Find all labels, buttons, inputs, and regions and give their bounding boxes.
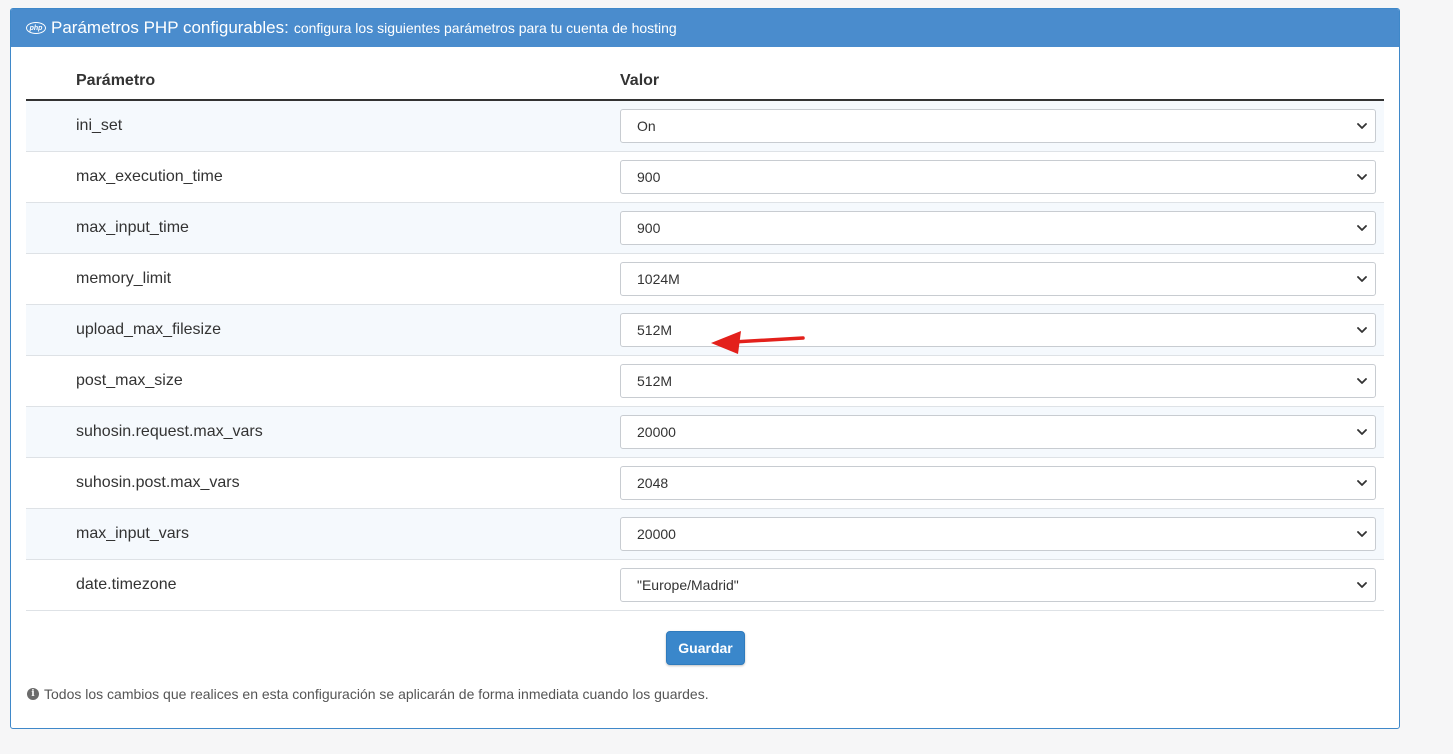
parameter-value-cell: 1024M — [620, 253, 1384, 305]
parameter-name: ini_set — [26, 100, 620, 152]
parameter-name: max_input_time — [26, 202, 620, 254]
parameter-name: upload_max_filesize — [26, 304, 620, 356]
parameter-value-select[interactable]: 900 — [620, 159, 1376, 194]
chevron-down-icon — [1357, 224, 1367, 231]
panel-subtitle: configura los siguientes parámetros para… — [293, 20, 677, 36]
table-row: date.timezone "Europe/Madrid" — [26, 559, 1384, 611]
parameter-name: post_max_size — [26, 355, 620, 407]
table-row: suhosin.post.max_vars 2048 — [26, 457, 1384, 509]
chevron-down-icon — [1357, 530, 1367, 537]
parameter-value-select[interactable]: 900 — [620, 210, 1376, 245]
parameter-value-select[interactable]: 2048 — [620, 465, 1376, 500]
parameter-value-select[interactable]: 1024M — [620, 261, 1376, 296]
selected-value: 512M — [637, 372, 673, 389]
chevron-down-icon — [1357, 173, 1367, 180]
chevron-down-icon — [1357, 479, 1367, 486]
table-row: max_input_vars 20000 — [26, 508, 1384, 560]
php-icon: php — [26, 22, 46, 34]
chevron-down-icon — [1357, 581, 1367, 588]
table-row: upload_max_filesize 512M — [26, 304, 1384, 356]
column-header-parameter: Parámetro — [26, 63, 620, 101]
parameter-name: max_execution_time — [26, 151, 620, 203]
table-row: ini_set On — [26, 100, 1384, 152]
parameter-value-select[interactable]: 20000 — [620, 414, 1376, 449]
parameter-name: suhosin.post.max_vars — [26, 457, 620, 509]
parameters-table: Parámetro Valor ini_set On max_execution_t… — [26, 63, 1384, 611]
chevron-down-icon — [1357, 122, 1367, 129]
chevron-down-icon — [1357, 275, 1367, 282]
chevron-down-icon — [1357, 377, 1367, 384]
selected-value: 900 — [637, 219, 661, 236]
selected-value: 1024M — [637, 270, 680, 287]
column-header-value: Valor — [620, 63, 1384, 101]
selected-value: 2048 — [637, 474, 669, 491]
parameter-value-cell: 2048 — [620, 457, 1384, 509]
table-header-row: Parámetro Valor — [26, 63, 1384, 101]
table-row: post_max_size 512M — [26, 355, 1384, 407]
parameter-value-select[interactable]: On — [620, 108, 1376, 143]
parameter-name: date.timezone — [26, 559, 620, 611]
php-settings-panel: php Parámetros PHP configurables: config… — [10, 8, 1400, 729]
selected-value: 20000 — [637, 423, 676, 440]
selected-value: 512M — [637, 321, 673, 338]
parameter-value-select[interactable]: "Europe/Madrid" — [620, 567, 1376, 602]
parameter-value-select[interactable]: 512M — [620, 363, 1376, 398]
parameter-value-cell: 20000 — [620, 508, 1384, 560]
parameter-value-cell: On — [620, 100, 1384, 152]
table-row: memory_limit 1024M — [26, 253, 1384, 305]
save-button[interactable]: Guardar — [666, 631, 745, 665]
table-row: max_input_time 900 — [26, 202, 1384, 254]
selected-value: 900 — [637, 168, 661, 185]
parameter-name: suhosin.request.max_vars — [26, 406, 620, 458]
parameter-name: memory_limit — [26, 253, 620, 305]
selected-value: "Europe/Madrid" — [637, 576, 739, 593]
chevron-down-icon — [1357, 428, 1367, 435]
info-icon: i — [27, 688, 39, 700]
parameter-value-cell: 512M — [620, 355, 1384, 407]
chevron-down-icon — [1357, 326, 1367, 333]
table-row: max_execution_time 900 — [26, 151, 1384, 203]
selected-value: On — [637, 117, 656, 134]
annotation-arrow — [711, 331, 805, 354]
parameter-name: max_input_vars — [26, 508, 620, 560]
parameter-value-cell: 900 — [620, 202, 1384, 254]
panel-title: Parámetros PHP configurables: — [51, 18, 289, 37]
parameter-value-cell: 20000 — [620, 406, 1384, 458]
panel-header: php Parámetros PHP configurables: config… — [11, 9, 1399, 47]
parameter-value-cell: 900 — [620, 151, 1384, 203]
parameter-value-select[interactable]: 20000 — [620, 516, 1376, 551]
selected-value: 20000 — [637, 525, 676, 542]
footer-note: i Todos los cambios que realices en esta… — [27, 686, 709, 702]
parameter-value-cell: "Europe/Madrid" — [620, 559, 1384, 611]
table-row: suhosin.request.max_vars 20000 — [26, 406, 1384, 458]
footer-note-text: Todos los cambios que realices en esta c… — [44, 686, 709, 702]
